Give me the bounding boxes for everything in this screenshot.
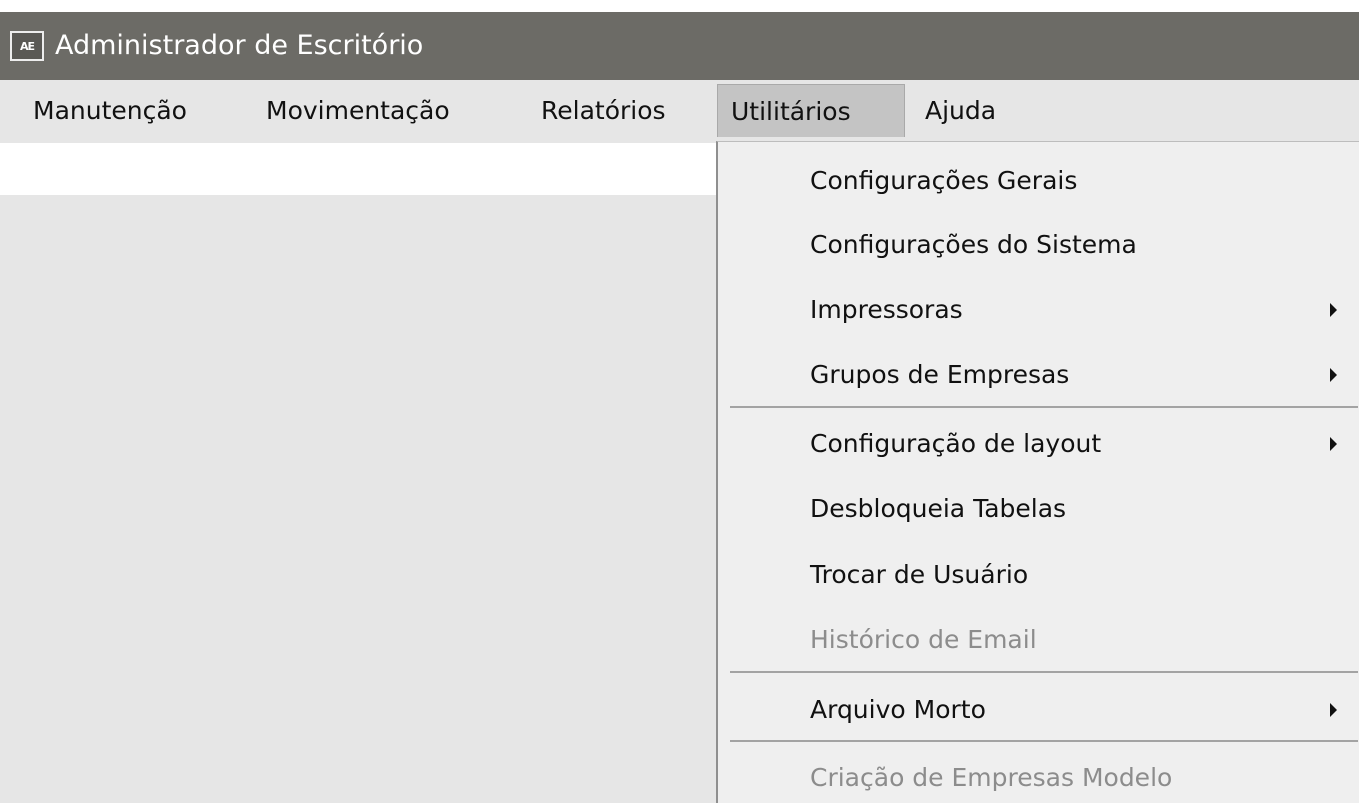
menu-item-trocar-usuario[interactable]: Trocar de Usuário: [718, 543, 1359, 607]
menu-item-label: Histórico de Email: [810, 625, 1037, 654]
menu-utilitarios[interactable]: Utilitários: [717, 84, 905, 137]
menu-item-label: Desbloqueia Tabelas: [810, 494, 1067, 523]
menu-movimentacao[interactable]: Movimentação: [253, 84, 463, 137]
menu-ajuda[interactable]: Ajuda: [912, 84, 1009, 137]
menu-item-label: Trocar de Usuário: [810, 560, 1029, 589]
title-bar[interactable]: AE Administrador de Escritório: [0, 12, 1359, 80]
menu-item-label: Grupos de Empresas: [810, 360, 1070, 389]
menu-item-label: Configurações Gerais: [810, 166, 1078, 195]
menu-item-label: Criação de Empresas Modelo: [810, 763, 1173, 792]
menu-item-arquivo-morto[interactable]: Arquivo Morto: [718, 678, 1359, 742]
workspace: [0, 195, 718, 803]
submenu-arrow-icon: [1330, 703, 1337, 717]
menu-separator: [730, 406, 1358, 408]
menu-separator: [730, 671, 1358, 673]
toolbar-area: [0, 143, 718, 195]
submenu-arrow-icon: [1330, 368, 1337, 382]
submenu-arrow-icon: [1330, 303, 1337, 317]
menu-item-criacao-empresas-modelo: Criação de Empresas Modelo: [718, 746, 1359, 810]
menu-item-grupos-empresas[interactable]: Grupos de Empresas: [718, 343, 1359, 407]
window-title: Administrador de Escritório: [55, 30, 424, 61]
menu-item-configuracao-layout[interactable]: Configuração de layout: [718, 412, 1359, 476]
menu-item-label: Arquivo Morto: [810, 695, 986, 724]
menu-item-label: Configurações do Sistema: [810, 230, 1137, 259]
top-strip: [0, 0, 1359, 12]
menu-separator: [730, 740, 1358, 742]
menu-item-configuracoes-sistema[interactable]: Configurações do Sistema: [718, 213, 1359, 277]
app-icon: AE: [10, 31, 44, 61]
menu-manutencao[interactable]: Manutenção: [20, 84, 200, 137]
submenu-arrow-icon: [1330, 437, 1337, 451]
menu-item-impressoras[interactable]: Impressoras: [718, 278, 1359, 342]
utilitarios-dropdown-menu: Configurações Gerais Configurações do Si…: [716, 141, 1359, 803]
menu-item-label: Configuração de layout: [810, 429, 1102, 458]
menu-bar: Manutenção Movimentação Relatórios Utili…: [0, 80, 1359, 143]
menu-item-desbloqueia-tabelas[interactable]: Desbloqueia Tabelas: [718, 477, 1359, 541]
menu-item-configuracoes-gerais[interactable]: Configurações Gerais: [718, 149, 1359, 213]
menu-relatorios[interactable]: Relatórios: [528, 84, 679, 137]
menu-item-label: Impressoras: [810, 295, 963, 324]
menu-item-historico-email: Histórico de Email: [718, 608, 1359, 672]
